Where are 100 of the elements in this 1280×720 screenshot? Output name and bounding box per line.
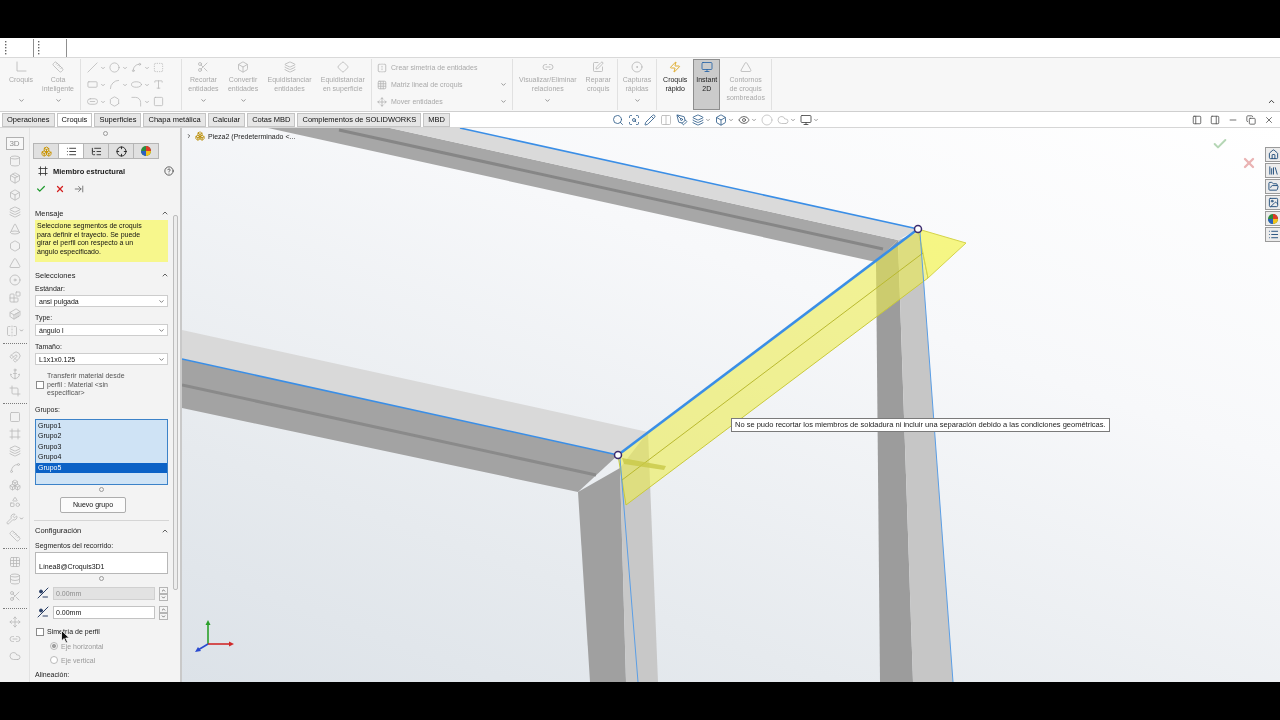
container-icon[interactable] <box>8 307 21 320</box>
collapse-icon[interactable] <box>1267 97 1276 106</box>
shapes-icon[interactable] <box>8 495 21 508</box>
caret-icon[interactable] <box>122 64 128 71</box>
arc-icon[interactable] <box>109 79 120 90</box>
database-icon[interactable] <box>8 572 21 585</box>
checkbox[interactable] <box>36 627 44 636</box>
edit-icon <box>592 61 605 73</box>
circle-icon[interactable] <box>761 113 773 126</box>
grid-icon[interactable] <box>8 555 21 568</box>
move-icon[interactable] <box>8 615 21 628</box>
caret-icon[interactable] <box>100 81 106 88</box>
cone-icon[interactable] <box>8 222 21 235</box>
anchor-icon[interactable] <box>8 367 21 380</box>
caret-icon[interactable] <box>728 116 734 123</box>
caret-icon[interactable] <box>100 64 106 71</box>
ellipse-icon[interactable] <box>131 79 142 90</box>
eye-icon[interactable] <box>738 113 750 126</box>
collapse-icon[interactable] <box>161 209 169 217</box>
fillet-icon[interactable] <box>131 96 142 107</box>
arrow-to-line-icon[interactable] <box>74 184 84 194</box>
color-wheel-icon <box>141 146 151 156</box>
triangle-icon[interactable] <box>8 256 21 269</box>
caret-icon[interactable] <box>186 133 192 139</box>
square-icon[interactable] <box>153 96 164 107</box>
caret-icon[interactable] <box>790 116 796 123</box>
square-icon[interactable] <box>8 410 21 423</box>
spline-icon[interactable] <box>8 461 21 474</box>
color-wheel-icon[interactable] <box>1265 211 1280 226</box>
dashed-square-icon[interactable] <box>153 62 164 73</box>
caret-icon[interactable] <box>705 116 711 123</box>
caret-icon[interactable] <box>144 64 150 71</box>
help-icon[interactable] <box>164 166 174 176</box>
monitor-icon[interactable] <box>800 113 812 126</box>
checkbox[interactable] <box>36 381 44 389</box>
panel-tab[interactable] <box>108 143 134 159</box>
caret-icon[interactable] <box>144 81 150 88</box>
ruler-icon[interactable] <box>8 529 21 542</box>
grip-icon[interactable] <box>37 39 40 56</box>
caret-icon[interactable] <box>18 516 24 521</box>
hexagon-icon[interactable] <box>8 239 21 252</box>
scissors-icon[interactable] <box>8 589 21 602</box>
spin-up-button[interactable] <box>159 605 168 613</box>
caret-icon[interactable] <box>100 98 106 105</box>
spline-icon[interactable] <box>131 62 142 73</box>
spin-up-button[interactable] <box>159 586 168 594</box>
panel-tab[interactable] <box>58 143 84 159</box>
check-icon[interactable] <box>36 184 46 194</box>
boxes-icon[interactable] <box>8 478 21 491</box>
tile-left-icon[interactable] <box>1192 114 1202 125</box>
panel-tab[interactable] <box>133 143 159 159</box>
crop-icon[interactable] <box>8 384 21 397</box>
link-icon <box>541 61 554 73</box>
caret-icon <box>158 297 165 305</box>
layers-icon[interactable] <box>692 113 704 126</box>
axis-triad-icon <box>194 620 234 654</box>
pen-icon[interactable] <box>676 113 688 126</box>
slot-icon[interactable] <box>87 96 98 107</box>
cloud-icon[interactable] <box>8 649 21 662</box>
flip-icon[interactable] <box>5 324 18 337</box>
package-icon[interactable] <box>8 171 21 184</box>
panel-tab[interactable] <box>83 143 109 159</box>
close-icon[interactable] <box>1264 114 1274 125</box>
image-icon[interactable] <box>1265 195 1280 210</box>
folder-icon[interactable] <box>1265 179 1280 194</box>
disc-icon[interactable] <box>8 273 21 286</box>
caret-icon[interactable] <box>122 81 128 88</box>
tile-right-icon[interactable] <box>1210 114 1220 125</box>
pencil-icon[interactable] <box>644 113 656 126</box>
spin-down-button[interactable] <box>159 612 168 620</box>
hash-icon[interactable] <box>8 427 21 440</box>
collapse-icon[interactable] <box>161 271 169 279</box>
grip-icon[interactable] <box>4 39 7 56</box>
hexagon-icon[interactable] <box>109 96 120 107</box>
text-icon[interactable] <box>153 79 164 90</box>
spin-down-button[interactable] <box>159 593 168 601</box>
cylinder-icon[interactable] <box>8 154 21 167</box>
caret-icon[interactable] <box>18 328 24 333</box>
caret-icon[interactable] <box>813 116 819 123</box>
rectangle-icon[interactable] <box>87 79 98 90</box>
cross-icon[interactable] <box>55 184 65 194</box>
magnet-icon[interactable] <box>8 350 21 363</box>
circle-icon[interactable] <box>109 62 120 73</box>
zoom-area-icon[interactable] <box>628 113 640 126</box>
scrollbar-thumb[interactable] <box>173 215 178 590</box>
cube-icon[interactable] <box>715 113 727 126</box>
search-icon[interactable] <box>612 113 624 126</box>
line-icon[interactable] <box>87 62 98 73</box>
caret-icon <box>158 326 165 334</box>
caret-icon[interactable] <box>144 98 150 105</box>
cloud-icon[interactable] <box>777 113 789 126</box>
home-icon[interactable] <box>1265 147 1280 162</box>
corner-icon <box>15 61 28 73</box>
diamond-icon <box>336 61 349 73</box>
blocks-icon[interactable] <box>8 290 21 303</box>
wrench-icon[interactable] <box>5 512 18 525</box>
books-icon[interactable] <box>1265 163 1280 178</box>
restore-icon[interactable] <box>1246 114 1256 125</box>
list-icon[interactable] <box>1265 227 1280 242</box>
caret-icon[interactable] <box>751 116 757 123</box>
